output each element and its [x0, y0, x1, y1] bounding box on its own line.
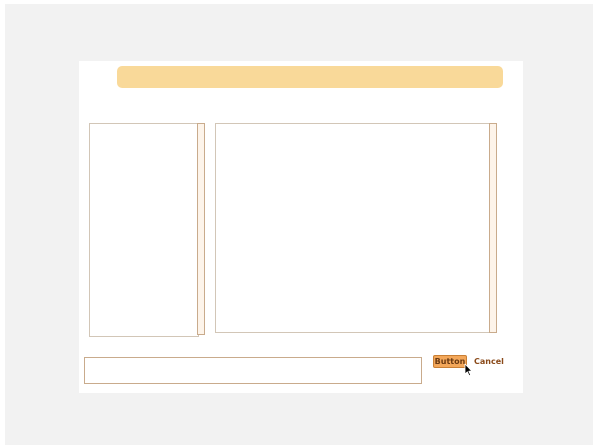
dialog: Button Cancel — [79, 61, 523, 393]
list-pane[interactable] — [89, 123, 199, 337]
cancel-button[interactable]: Cancel — [474, 355, 504, 368]
content-scrollbar[interactable] — [489, 123, 497, 333]
list-scrollbar[interactable] — [197, 123, 205, 335]
mouse-pointer-icon — [464, 363, 473, 377]
title-bar[interactable] — [117, 66, 503, 88]
screen: Button Cancel — [0, 0, 593, 445]
content-pane[interactable] — [215, 123, 491, 333]
primary-button[interactable]: Button — [433, 355, 467, 368]
text-input[interactable] — [84, 357, 422, 384]
